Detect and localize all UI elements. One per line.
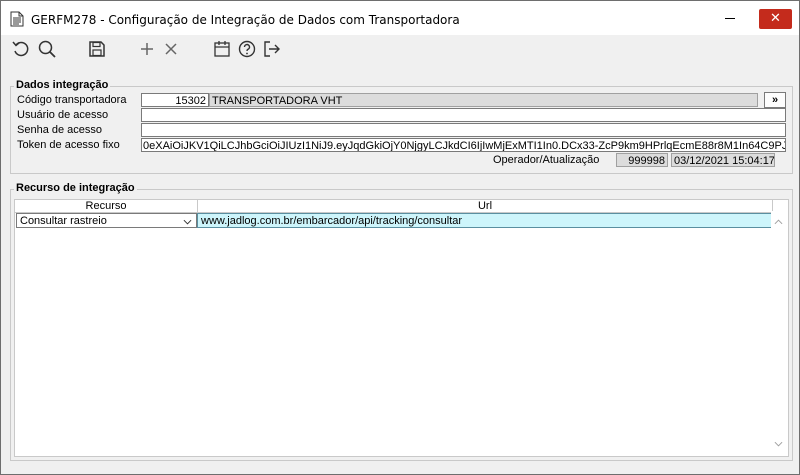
toolbar [1, 35, 799, 65]
usuario-acesso-label: Usuário de acesso [17, 109, 109, 121]
atualizacao-field: 03/12/2021 15:04:17 [671, 153, 775, 167]
minimize-button[interactable] [713, 1, 747, 35]
delete-button[interactable] [161, 39, 181, 59]
operador-atualizacao-label: Operador/Atualização [493, 154, 600, 166]
exit-icon [264, 41, 280, 57]
senha-acesso-input[interactable] [141, 123, 786, 137]
column-header-url[interactable]: Url [198, 200, 773, 213]
dados-integracao-title: Dados integração [14, 79, 111, 91]
chevron-down-icon [183, 219, 192, 225]
recurso-select-value: Consultar rastreio [20, 215, 107, 227]
help-icon [238, 40, 256, 58]
save-button[interactable] [87, 39, 107, 59]
help-button[interactable] [237, 39, 257, 59]
token-acesso-input[interactable]: 0eXAiOiJKV1QiLCJhbGciOiJIUzI1NiJ9.eyJqdG… [141, 138, 786, 152]
scroll-down-icon[interactable] [771, 437, 786, 451]
application-window: GERFM278 - Configuração de Integração de… [0, 0, 800, 475]
add-icon [141, 43, 153, 55]
calendar-button[interactable] [212, 39, 232, 59]
token-acesso-label: Token de acesso fixo [17, 139, 120, 151]
title-bar: GERFM278 - Configuração de Integração de… [1, 1, 799, 35]
scroll-up-icon[interactable] [771, 215, 786, 229]
usuario-acesso-input[interactable] [141, 108, 786, 122]
save-icon [89, 41, 105, 57]
column-header-recurso[interactable]: Recurso [15, 200, 198, 213]
recurso-integracao-title: Recurso de integração [14, 182, 137, 194]
close-button[interactable]: ✕ [759, 9, 792, 29]
document-icon [10, 11, 24, 27]
add-button[interactable] [137, 39, 157, 59]
senha-acesso-label: Senha de acesso [17, 124, 103, 136]
search-button[interactable] [37, 39, 57, 59]
search-icon [38, 40, 56, 58]
calendar-icon [214, 41, 230, 57]
url-cell[interactable]: www.jadlog.com.br/embarcador/api/trackin… [197, 213, 773, 228]
codigo-transportadora-input[interactable]: 15302 [141, 93, 209, 107]
codigo-transportadora-label: Código transportadora [17, 94, 127, 106]
grid-scrollbar[interactable] [771, 211, 786, 455]
operador-field: 999998 [616, 153, 668, 167]
window-title: GERFM278 - Configuração de Integração de… [31, 13, 460, 27]
transportadora-lookup-button[interactable]: » [764, 92, 786, 108]
recurso-grid: Recurso Url Consultar rastreio www.jadlo… [14, 199, 789, 457]
refresh-button[interactable] [11, 39, 31, 59]
table-row[interactable]: Consultar rastreio www.jadlog.com.br/emb… [15, 213, 773, 228]
refresh-icon [12, 41, 29, 57]
delete-icon [165, 43, 177, 55]
exit-button[interactable] [262, 39, 282, 59]
recurso-select[interactable]: Consultar rastreio [16, 213, 197, 228]
transportadora-name-field: TRANSPORTADORA VHT [209, 93, 758, 107]
